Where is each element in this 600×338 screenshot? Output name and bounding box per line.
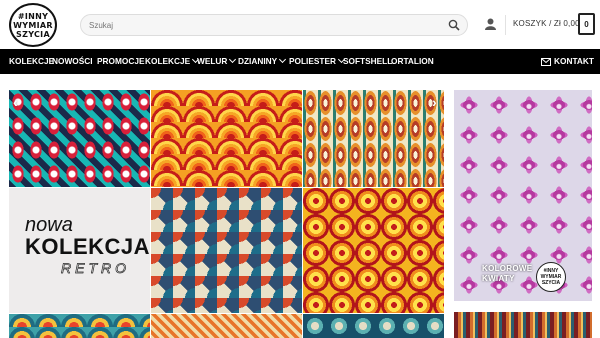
nav-label: POLIESTER: [289, 56, 337, 66]
nav-label: KOLEKCJE: [145, 56, 191, 66]
fabric-tile[interactable]: [151, 90, 302, 187]
search-bar: [80, 14, 468, 36]
user-icon[interactable]: [485, 18, 496, 30]
contact-label: KONTAKT: [554, 56, 594, 66]
fabric-tile[interactable]: [151, 188, 302, 313]
search-input[interactable]: [89, 15, 439, 35]
fabric-tile[interactable]: [9, 314, 150, 338]
side-promo-line-2: KWIATY: [482, 274, 515, 283]
fabric-tile[interactable]: [303, 314, 444, 338]
cart-link[interactable]: KOSZYK / Zł 0,00: [513, 19, 580, 28]
nav-item-nowosci[interactable]: NOWOŚCI: [52, 49, 93, 74]
header-divider: [505, 15, 506, 35]
nav-label: NOWOŚCI: [52, 56, 93, 66]
nav-label: PROMOCJE: [97, 56, 145, 66]
logo-line-2: WYMIAR: [13, 20, 53, 30]
side-promo-banner[interactable]: KOLOROWE KWIATY #INNY WYMIAR SZYCIA: [454, 90, 592, 301]
slider-next-arrow[interactable]: ›: [432, 94, 437, 110]
nav-item-ortalion[interactable]: ORTALION: [391, 49, 434, 74]
fabric-tile[interactable]: [151, 314, 302, 338]
nav-item-kolekcje-dropdown[interactable]: KOLEKCJE: [145, 49, 200, 74]
main-nav: KOLEKCJE NOWOŚCI PROMOCJE KOLEKCJE WELUR…: [0, 49, 600, 74]
banner-text-panel: nowa KOLEKCJA RETRO: [9, 188, 150, 313]
chevron-down-icon: [279, 55, 287, 64]
site-header: #INNY WYMIAR SZYCIA KOSZYK / Zł 0,00 0: [0, 0, 600, 49]
cart-count-badge[interactable]: 0: [578, 13, 595, 35]
nav-item-poliester[interactable]: POLIESTER: [289, 49, 346, 74]
side-promo-banner-2[interactable]: [454, 312, 592, 338]
logo-line-1: #INNY: [17, 11, 49, 21]
nav-label: DZIANINY: [238, 56, 278, 66]
side-promo-logo-badge: #INNY WYMIAR SZYCIA: [536, 262, 566, 292]
fabric-tile[interactable]: [303, 188, 444, 313]
banner-title-collection: KOLEKCJA: [25, 234, 150, 259]
mail-icon: [541, 58, 552, 66]
nav-label: KOLEKCJE: [9, 56, 55, 66]
nav-item-softshell[interactable]: SOFTSHELL: [343, 49, 392, 74]
side-promo-text: KOLOROWE KWIATY: [482, 264, 532, 284]
nav-item-promocje[interactable]: PROMOCJE: [97, 49, 144, 74]
banner-title-retro: RETRO: [61, 260, 130, 277]
nav-item-dzianiny[interactable]: DZIANINY: [238, 49, 287, 74]
chevron-down-icon: [229, 55, 237, 64]
nav-label: WELUR: [197, 56, 228, 66]
badge-line-3: SZYCIA: [541, 280, 561, 286]
nav-label: ORTALION: [391, 56, 434, 66]
fabric-tile[interactable]: [303, 90, 444, 187]
site-logo[interactable]: #INNY WYMIAR SZYCIA: [9, 3, 57, 47]
side-promo-line-1: KOLOROWE: [482, 264, 533, 273]
fabric-tile[interactable]: [9, 90, 150, 187]
logo-line-3: SZYCIA: [16, 29, 50, 39]
search-icon[interactable]: [448, 19, 460, 31]
nav-label: SOFTSHELL: [343, 56, 393, 66]
contact-link[interactable]: KONTAKT: [541, 49, 594, 74]
nav-item-welur[interactable]: WELUR: [197, 49, 237, 74]
slider-prev-arrow[interactable]: ‹: [13, 94, 18, 110]
nav-item-kolekcje[interactable]: KOLEKCJE: [9, 49, 54, 74]
